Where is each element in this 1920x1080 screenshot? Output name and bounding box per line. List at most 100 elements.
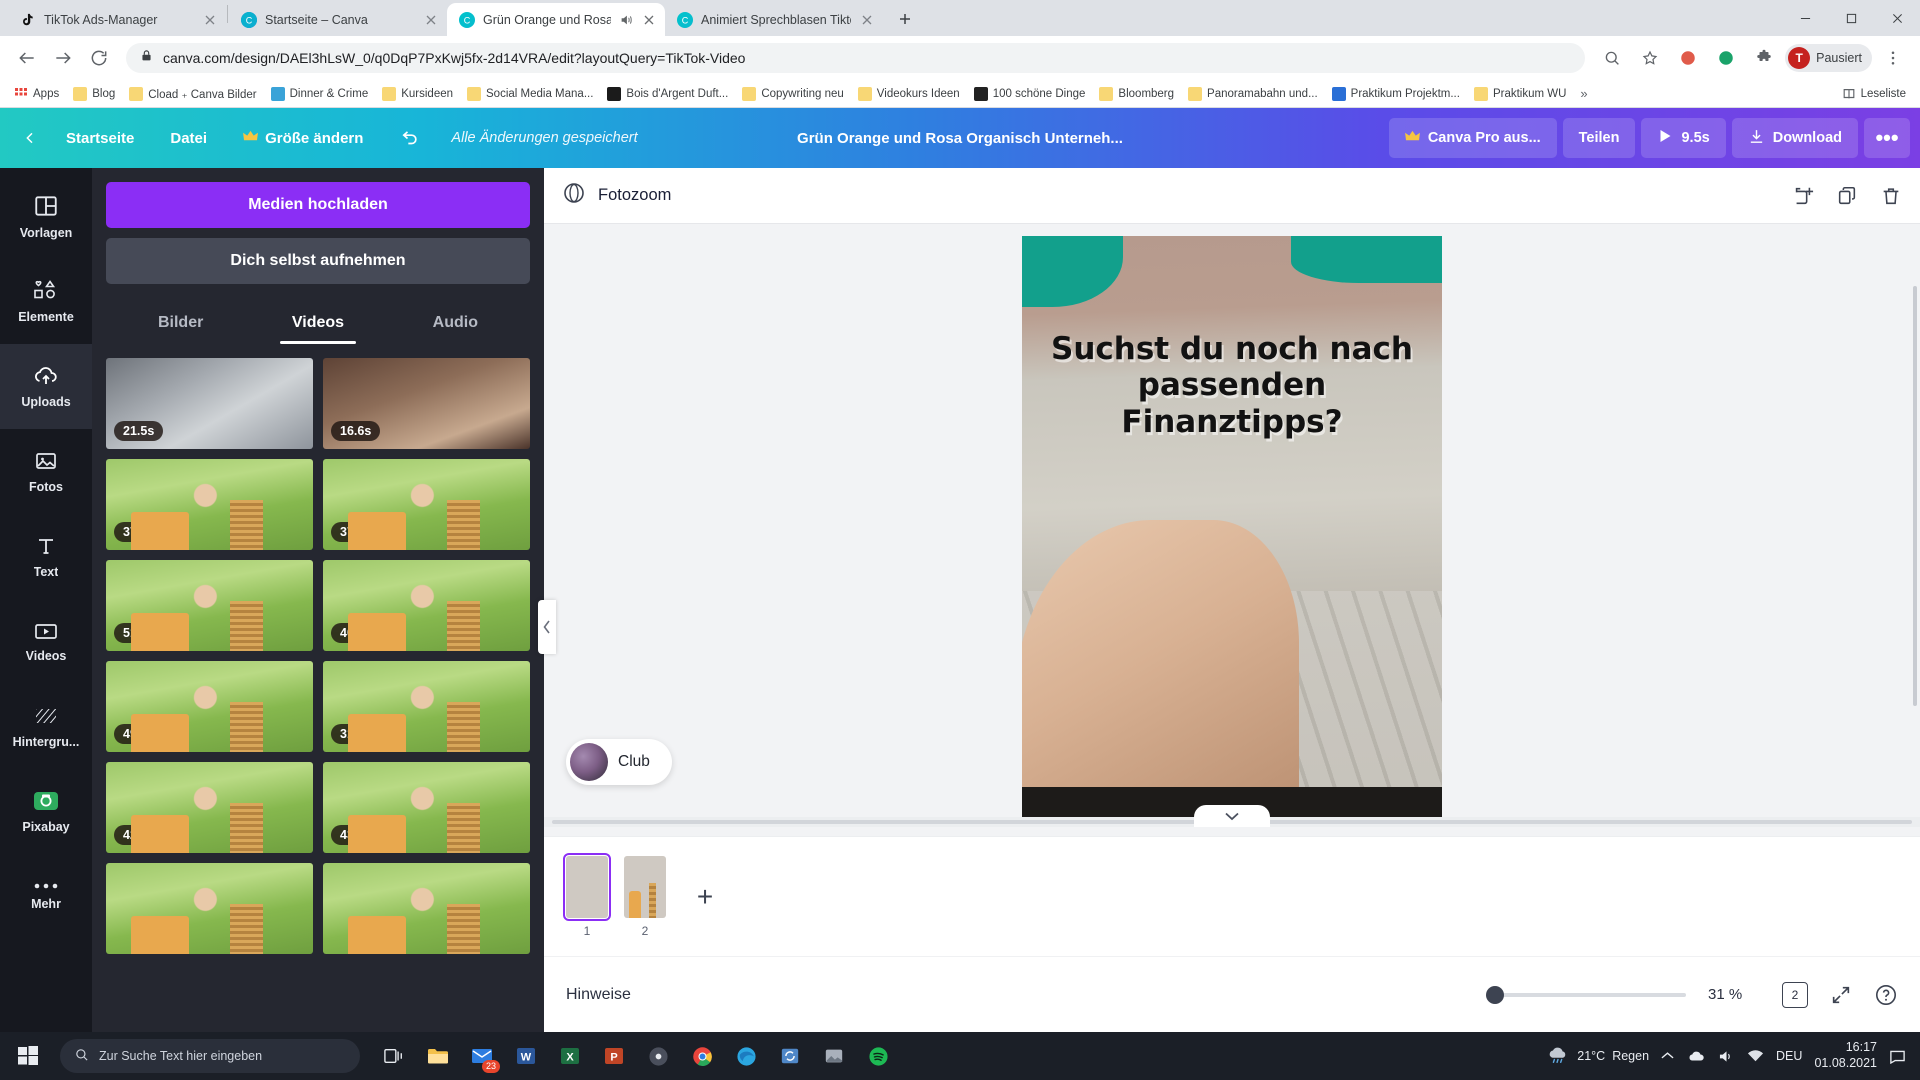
video-thumbnail[interactable]: 42.3s (106, 762, 313, 853)
bookmark-social-media-mana[interactable]: Social Media Mana... (461, 84, 599, 104)
onedrive-icon[interactable] (1686, 1049, 1706, 1063)
canvas-headline-text[interactable]: Suchst du noch nach passenden Finanztipp… (1039, 331, 1425, 441)
scrollbar-thumb[interactable] (1913, 286, 1917, 706)
more-options-button[interactable]: ••• (1864, 118, 1910, 158)
clock-widget[interactable]: 16:17 01.08.2021 (1814, 1040, 1877, 1071)
share-button[interactable]: Teilen (1562, 118, 1636, 158)
sync-icon[interactable] (770, 1036, 810, 1076)
video-thumbnail[interactable]: 31.5s (323, 661, 530, 752)
close-icon[interactable] (859, 12, 875, 28)
canvas-viewport[interactable]: Suchst du noch nach passenden Finanztipp… (544, 224, 1920, 827)
new-tab-button[interactable] (891, 5, 919, 33)
network-icon[interactable] (1747, 1049, 1764, 1063)
video-thumbnail[interactable]: 51.6s (106, 560, 313, 651)
close-icon[interactable] (423, 12, 439, 28)
canva-pro-button[interactable]: Canva Pro aus... (1388, 118, 1557, 158)
canvas-vertical-scrollbar[interactable] (1910, 280, 1920, 817)
video-thumbnail[interactable]: 37.7s (323, 459, 530, 550)
design-title[interactable]: Grün Orange und Rosa Organisch Unterneh.… (797, 130, 1123, 147)
sidebar-item-text[interactable]: Text (0, 514, 92, 599)
collapse-pages-button[interactable] (1194, 805, 1270, 827)
download-button[interactable]: Download (1731, 118, 1858, 158)
bookmark-bloomberg[interactable]: Bloomberg (1093, 84, 1180, 104)
profile-button[interactable]: T Pausiert (1785, 44, 1872, 72)
bookmark-apps[interactable]: Apps (8, 84, 65, 104)
browser-tab-2[interactable]: C Startseite – Canva (229, 3, 447, 36)
photos-icon[interactable] (814, 1036, 854, 1076)
bookmark-praktikum-wu[interactable]: Praktikum WU (1468, 84, 1572, 104)
panel-collapse-button[interactable] (538, 600, 556, 654)
video-thumbnail[interactable]: 21.5s (106, 358, 313, 449)
notification-icon[interactable] (1889, 1048, 1906, 1064)
audio-playing-icon[interactable] (619, 13, 633, 27)
back-button[interactable] (0, 117, 48, 159)
chevron-up-icon[interactable] (1661, 1051, 1674, 1061)
disc-icon[interactable] (638, 1036, 678, 1076)
bookmark-praktikum-projektm[interactable]: Praktikum Projektm... (1326, 84, 1466, 104)
video-thumbnail[interactable] (323, 863, 530, 954)
sidebar-item-mehr[interactable]: Mehr (0, 854, 92, 939)
tab-audio[interactable]: Audio (387, 304, 524, 344)
undo-button[interactable] (381, 117, 439, 159)
video-thumbnail[interactable]: 16.6s (323, 358, 530, 449)
weather-widget[interactable]: 21°C Regen (1546, 1045, 1649, 1068)
bookmark-cload-canva-bilder[interactable]: Cload ₊ Canva Bilder (123, 84, 262, 104)
forward-icon[interactable] (46, 41, 80, 75)
upload-media-button[interactable]: Medien hochladen (106, 182, 530, 228)
notes-label[interactable]: Hinweise (566, 986, 631, 1004)
close-window-button[interactable] (1874, 0, 1920, 36)
video-thumbnail[interactable]: 37.9s (106, 459, 313, 550)
page-count-badge[interactable]: 2 (1782, 981, 1808, 1008)
page-thumbnail[interactable] (624, 855, 666, 918)
bookmarks-overflow-button[interactable]: » (1574, 83, 1593, 104)
volume-icon[interactable] (1718, 1049, 1735, 1064)
sidebar-item-vorlagen[interactable]: Vorlagen (0, 174, 92, 259)
delete-page-icon[interactable] (1880, 185, 1902, 207)
file-explorer-icon[interactable] (418, 1036, 458, 1076)
bookmark-kursideen[interactable]: Kursideen (376, 84, 459, 104)
excel-icon[interactable]: X (550, 1036, 590, 1076)
chrome-active-icon[interactable] (682, 1036, 722, 1076)
video-thumbnail[interactable] (106, 863, 313, 954)
browser-tab-3-active[interactable]: C Grün Orange und Rosa Orga (447, 3, 665, 36)
expand-icon[interactable] (1830, 984, 1852, 1006)
bookmark-panoramabahn[interactable]: Panoramabahn und... (1182, 84, 1324, 104)
browser-tab-4[interactable]: C Animiert Sprechblasen Tiktok-Hi (665, 3, 883, 36)
tab-bilder[interactable]: Bilder (112, 304, 249, 344)
page-thumbnail[interactable] (563, 852, 611, 921)
taskbar-search-input[interactable]: Zur Suche Text hier eingeben (60, 1039, 360, 1073)
duplicate-page-icon[interactable] (1836, 185, 1858, 207)
back-icon[interactable] (10, 41, 44, 75)
tab-videos[interactable]: Videos (249, 304, 386, 344)
design-canvas-page[interactable]: Suchst du noch nach passenden Finanztipp… (1022, 236, 1442, 827)
word-icon[interactable]: W (506, 1036, 546, 1076)
mail-icon[interactable]: 23 (462, 1036, 502, 1076)
keyboard-language[interactable]: DEU (1776, 1049, 1802, 1063)
sidebar-item-videos[interactable]: Videos (0, 599, 92, 684)
bookmark-copywriting-neu[interactable]: Copywriting neu (736, 84, 849, 104)
close-icon[interactable] (202, 12, 218, 28)
home-button[interactable]: Startseite (48, 117, 152, 159)
bookmark-blog[interactable]: Blog (67, 84, 121, 104)
add-page-button[interactable]: + (682, 874, 728, 920)
bookmark-videokurs-ideen[interactable]: Videokurs Ideen (852, 84, 966, 104)
sidebar-item-fotos[interactable]: Fotos (0, 429, 92, 514)
page-thumbnail-item[interactable]: 1 (563, 852, 611, 938)
collaborator-badge[interactable]: Club (566, 739, 672, 785)
video-thumbnail[interactable]: 43.6s (323, 762, 530, 853)
record-yourself-button[interactable]: Dich selbst aufnehmen (106, 238, 530, 284)
windows-start-icon[interactable] (0, 1032, 56, 1080)
browser-tab-1[interactable]: TikTok Ads-Manager (8, 3, 226, 36)
bookmark-100-schoene-dinge[interactable]: 100 schöne Dinge (968, 84, 1092, 104)
zoom-slider-knob[interactable] (1486, 985, 1504, 1004)
task-view-icon[interactable] (374, 1036, 414, 1076)
help-question-icon[interactable] (1874, 983, 1898, 1007)
minimize-button[interactable] (1782, 0, 1828, 36)
video-thumbnail[interactable]: 40.2s (323, 560, 530, 651)
address-bar[interactable]: canva.com/design/DAEl3hLsW_0/q0DqP7PxKwj… (126, 43, 1586, 73)
extension-red-icon[interactable] (1671, 41, 1705, 75)
powerpoint-icon[interactable]: P (594, 1036, 634, 1076)
close-icon[interactable] (641, 12, 657, 28)
play-preview-button[interactable]: 9.5s (1641, 118, 1726, 158)
add-page-icon[interactable] (1792, 185, 1814, 207)
